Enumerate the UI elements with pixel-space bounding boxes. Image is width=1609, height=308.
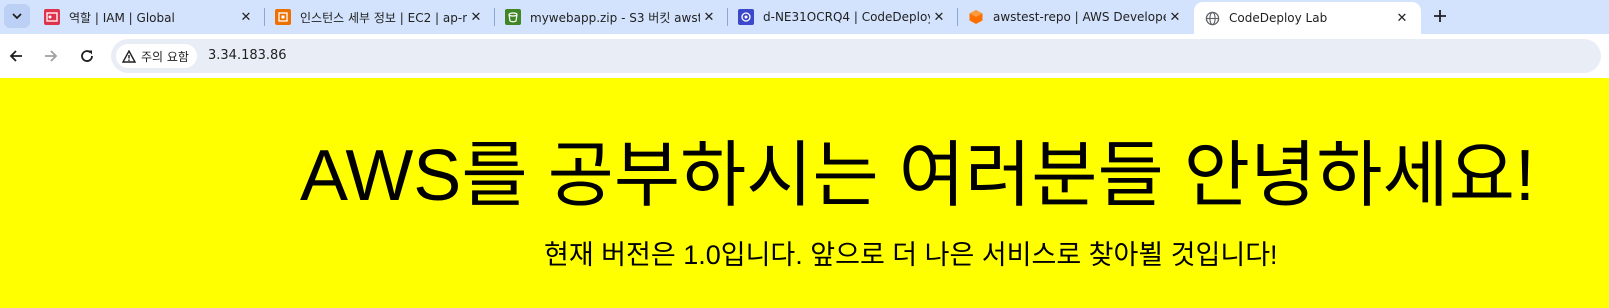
browser-toolbar: 주의 요함 3.34.183.86 xyxy=(0,34,1609,78)
page-content: AWS를 공부하시는 여러분들 안녕하세요! 현재 버전은 1.0입니다. 앞으… xyxy=(0,78,1609,308)
tab-title: awstest-repo | AWS Developer xyxy=(993,10,1166,24)
version-text: 현재 버전은 1.0입니다. 앞으로 더 나은 서비스로 찾아뵐 것입니다! xyxy=(544,240,1278,270)
address-bar[interactable]: 주의 요함 3.34.183.86 xyxy=(111,39,1601,73)
s3-icon xyxy=(505,9,521,25)
security-chip[interactable]: 주의 요함 xyxy=(116,44,197,68)
tab-ec2[interactable]: 인스턴스 세부 정보 | EC2 | ap-n ✕ xyxy=(265,0,495,34)
tab-s3[interactable]: mywebapp.zip - S3 버킷 awste ✕ xyxy=(495,0,728,34)
url-text[interactable]: 3.34.183.86 xyxy=(208,48,287,63)
tab-iam[interactable]: 역할 | IAM | Global ✕ xyxy=(34,0,265,34)
back-button[interactable] xyxy=(3,43,29,69)
close-icon[interactable]: ✕ xyxy=(1166,8,1184,26)
reload-button[interactable] xyxy=(74,43,100,69)
tab-strip: 역할 | IAM | Global ✕ 인스턴스 세부 정보 | EC2 | a… xyxy=(0,0,1609,34)
tab-search-button[interactable] xyxy=(4,4,30,28)
tab-title: CodeDeploy Lab xyxy=(1229,11,1328,25)
new-tab-button[interactable] xyxy=(1428,4,1452,28)
tab-title: 역할 | IAM | Global xyxy=(69,10,175,25)
tab-title: d-NE31OCRQ4 | CodeDeploy | xyxy=(763,10,930,24)
close-icon[interactable]: ✕ xyxy=(1393,9,1411,27)
close-icon[interactable]: ✕ xyxy=(237,8,255,26)
ec2-icon xyxy=(275,9,291,25)
arrow-right-icon xyxy=(45,50,58,62)
tab-title: mywebapp.zip - S3 버킷 awste xyxy=(530,10,700,25)
codedeploy-icon xyxy=(738,9,754,25)
warning-icon xyxy=(122,49,136,63)
tab-title: 인스턴스 세부 정보 | EC2 | ap-n xyxy=(300,10,467,25)
security-label: 주의 요함 xyxy=(141,49,189,64)
tab-codedeploy[interactable]: d-NE31OCRQ4 | CodeDeploy | ✕ xyxy=(728,0,958,34)
tab-codecommit[interactable]: awstest-repo | AWS Developer ✕ xyxy=(958,0,1194,34)
close-icon[interactable]: ✕ xyxy=(930,8,948,26)
iam-icon xyxy=(44,9,60,25)
reload-icon xyxy=(81,50,93,62)
tab-codedeploy-lab[interactable]: CodeDeploy Lab ✕ xyxy=(1194,2,1421,34)
chevron-down-icon xyxy=(12,13,22,20)
plus-icon xyxy=(1434,10,1446,22)
codecommit-icon xyxy=(968,9,984,25)
forward-button[interactable] xyxy=(38,43,64,69)
close-icon[interactable]: ✕ xyxy=(467,8,485,26)
arrow-left-icon xyxy=(9,50,22,62)
close-icon[interactable]: ✕ xyxy=(700,8,718,26)
page-heading: AWS를 공부하시는 여러분들 안녕하세요! xyxy=(300,136,1535,216)
globe-icon xyxy=(1204,10,1220,26)
